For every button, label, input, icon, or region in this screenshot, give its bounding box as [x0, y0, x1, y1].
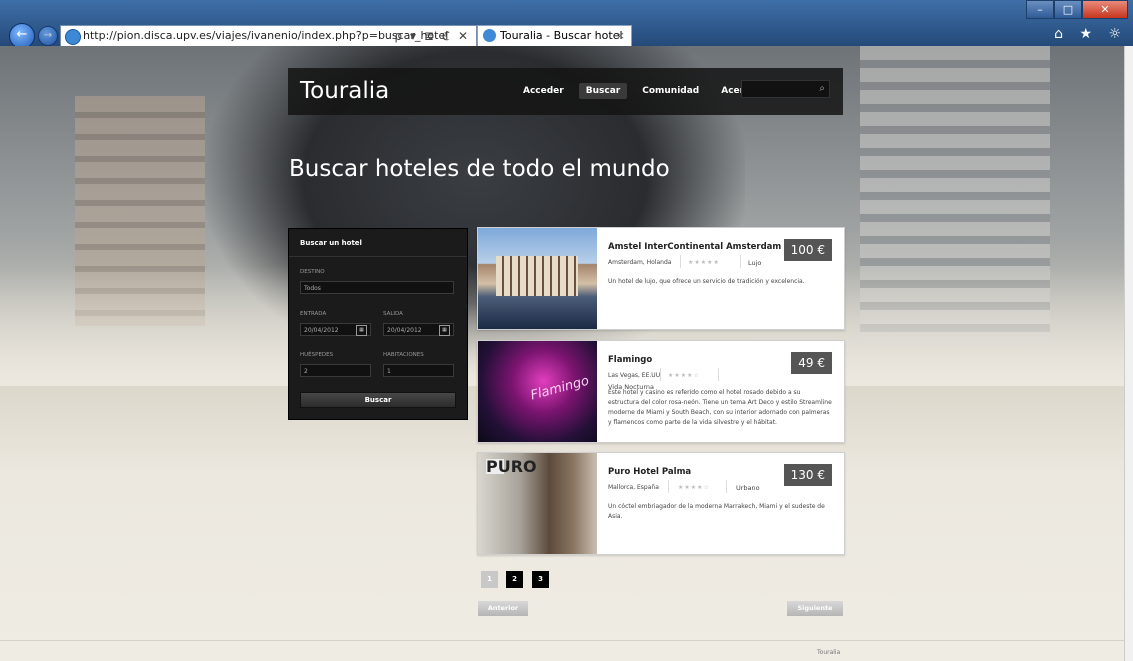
divider	[289, 256, 467, 257]
page-3-button[interactable]: 3	[532, 571, 549, 588]
hotel-stars: ★★★★★	[688, 259, 720, 266]
hotel-description: Un cóctel embriagador de la moderna Marr…	[608, 503, 825, 520]
search-icon[interactable]: ⌕	[819, 81, 825, 97]
salida-input[interactable]: 20/04/2012 ▦	[383, 323, 454, 336]
destino-value: Todos	[304, 285, 321, 292]
hotel-card[interactable]: PURO Puro Hotel Palma Mallorca, España ★…	[477, 452, 845, 555]
hotel-name[interactable]: Amstel InterContinental Amsterdam	[608, 242, 781, 252]
salida-value: 20/04/2012	[387, 327, 422, 334]
huespedes-value: 2	[304, 368, 308, 375]
divider	[680, 255, 681, 268]
browser-chrome: ← → http://pion.disca.upv.es/viajes/ivan…	[0, 0, 1133, 49]
hotel-price: 49 €	[791, 352, 832, 374]
hotel-card[interactable]: Flamingo Flamingo Las Vegas, EE.UU ★★★★☆…	[477, 340, 845, 443]
salida-label: SALIDA	[383, 311, 403, 317]
divider	[726, 480, 727, 493]
entrada-input[interactable]: 20/04/2012 ▦	[300, 323, 371, 336]
hotel-description: Este hotel y casino es referido como el …	[608, 389, 832, 426]
hotel-photo[interactable]: Flamingo	[478, 341, 597, 442]
hotel-card[interactable]: Amstel InterContinental Amsterdam Amster…	[477, 227, 845, 330]
main-menu: Acceder Buscar Comunidad Acerca	[516, 83, 771, 99]
page-title: Buscar hoteles de todo el mundo	[289, 156, 670, 182]
entrada-value: 20/04/2012	[304, 327, 339, 334]
ie-icon	[65, 29, 81, 45]
hotel-name[interactable]: Flamingo	[608, 355, 652, 365]
minimize-button[interactable]: –	[1026, 0, 1054, 19]
address-url: http://pion.disca.upv.es/viajes/ivanenio…	[83, 29, 449, 42]
menu-comunidad[interactable]: Comunidad	[635, 83, 706, 99]
hotel-category: Lujo	[748, 259, 762, 267]
hotel-category: Urbano	[736, 484, 760, 492]
divider	[740, 255, 741, 268]
site-logo[interactable]: Touralia	[300, 78, 389, 104]
site-search-input[interactable]: ⌕	[741, 80, 830, 98]
address-tools[interactable]: ρ ▾ ≣ ℭ ✕	[395, 26, 470, 46]
entrada-label: ENTRADA	[300, 311, 327, 317]
huespedes-input[interactable]: 2	[300, 364, 371, 377]
hotel-price: 100 €	[783, 239, 832, 261]
window-controls: – □ ✕	[1026, 0, 1128, 19]
divider	[660, 368, 661, 381]
tab-close-icon[interactable]: ×	[616, 26, 625, 46]
divider	[0, 640, 1125, 641]
close-window-button[interactable]: ✕	[1082, 0, 1128, 19]
habitaciones-label: HABITACIONES	[383, 352, 424, 358]
destino-select[interactable]: Todos	[300, 281, 454, 294]
page-1-button[interactable]: 1	[481, 571, 498, 588]
tab-title: Touralia - Buscar hotel	[500, 29, 623, 42]
habitaciones-input[interactable]: 1	[383, 364, 454, 377]
hotel-stars: ★★★★☆	[668, 372, 700, 379]
search-panel-title: Buscar un hotel	[300, 239, 362, 247]
destino-label: DESTINO	[300, 269, 325, 275]
calendar-icon[interactable]: ▦	[439, 325, 450, 336]
scrollbar[interactable]	[1124, 46, 1133, 661]
address-bar[interactable]: http://pion.disca.upv.es/viajes/ivanenio…	[60, 25, 477, 47]
maximize-button[interactable]: □	[1054, 0, 1082, 19]
hotel-location: Mallorca, España	[608, 484, 659, 491]
favicon-icon	[483, 29, 496, 42]
hotel-photo[interactable]: PURO	[478, 453, 597, 554]
page-2-button[interactable]: 2	[506, 571, 523, 588]
web-page: Touralia Acceder Buscar Comunidad Acerca…	[0, 46, 1125, 661]
search-panel: Buscar un hotel DESTINO Todos ENTRADA 20…	[288, 228, 468, 420]
divider	[668, 480, 669, 493]
menu-buscar[interactable]: Buscar	[578, 83, 628, 99]
hotel-location: Las Vegas, EE.UU	[608, 372, 661, 379]
buscar-button[interactable]: Buscar	[300, 392, 456, 408]
hotel-description: Un hotel de lujo, que ofrece un servicio…	[608, 278, 805, 285]
huespedes-label: HUÉSPEDES	[300, 352, 334, 358]
browser-toolbar-icons[interactable]: ⌂ ★ ☼	[1054, 26, 1127, 42]
hotel-photo[interactable]	[478, 228, 597, 329]
hotel-stars: ★★★★☆	[678, 484, 710, 491]
menu-acceder[interactable]: Acceder	[516, 83, 571, 99]
hotel-photo-sign: PURO	[486, 457, 537, 476]
habitaciones-value: 1	[387, 368, 391, 375]
hotel-name[interactable]: Puro Hotel Palma	[608, 467, 691, 477]
hotel-photo-sign: Flamingo	[529, 373, 591, 404]
divider	[718, 368, 719, 381]
hotel-price: 130 €	[783, 464, 832, 486]
hotel-location: Amsterdam, Holanda	[608, 259, 672, 266]
forward-button[interactable]: →	[38, 26, 58, 46]
browser-tab[interactable]: Touralia - Buscar hotel ×	[477, 25, 632, 47]
footer-text: Touralia	[817, 649, 841, 656]
site-header: Touralia Acceder Buscar Comunidad Acerca…	[288, 68, 843, 115]
calendar-icon[interactable]: ▦	[356, 325, 367, 336]
next-button[interactable]: Siguiente	[787, 601, 843, 616]
prev-button[interactable]: Anterior	[478, 601, 528, 616]
